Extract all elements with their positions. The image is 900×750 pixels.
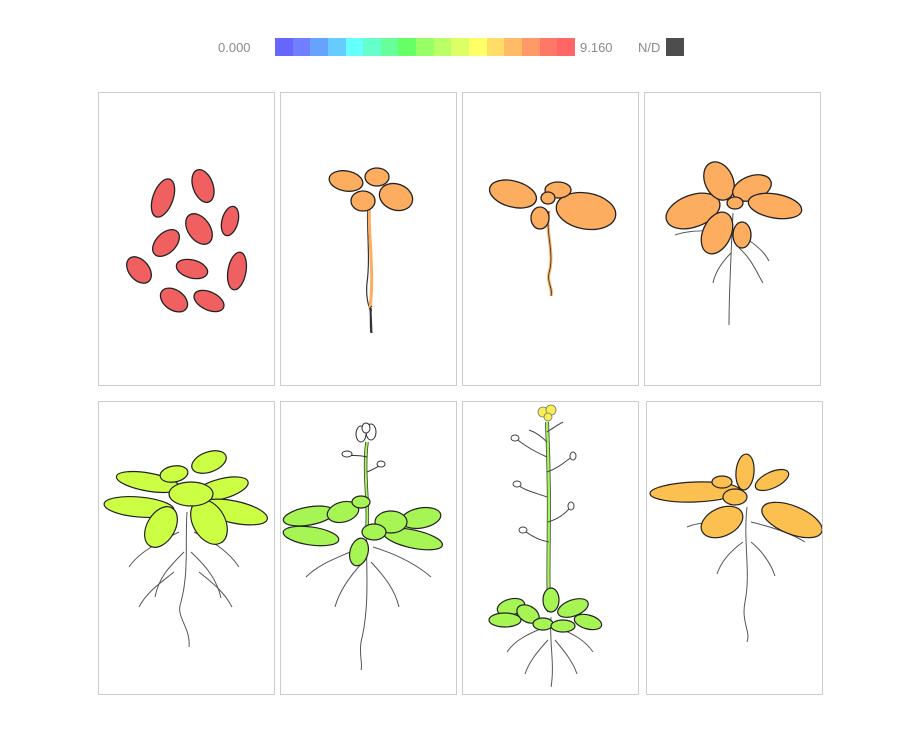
scale-segment	[433, 38, 452, 56]
scale-segment	[363, 38, 381, 56]
color-legend: 0.000 9.160 N/D	[0, 38, 900, 58]
color-scale-bar	[275, 38, 575, 56]
rosette-illustration	[103, 450, 268, 648]
legend-min-label: 0.000	[218, 40, 251, 55]
scale-segment	[521, 38, 540, 56]
scale-segment	[557, 38, 575, 56]
panel-bolting[interactable]	[280, 401, 457, 695]
scale-segment	[486, 38, 505, 56]
nd-color-swatch	[666, 38, 684, 56]
panel-seeds[interactable]	[98, 92, 275, 386]
scale-segment	[504, 38, 522, 56]
scale-segment	[416, 38, 434, 56]
legend-max-label: 9.160	[580, 40, 613, 55]
panel-rosette[interactable]	[98, 401, 275, 695]
scale-segment	[451, 38, 470, 56]
young-rosette-illustration	[665, 161, 803, 326]
cotyledon-seedling-illustration	[488, 179, 617, 297]
panel-young-rosette[interactable]	[644, 92, 821, 386]
scale-segment	[327, 38, 346, 56]
scale-segment	[310, 38, 328, 56]
panel-senescent-rosette[interactable]	[646, 401, 823, 695]
seed-group	[126, 169, 248, 313]
scale-segment	[292, 38, 311, 56]
seeds-illustration	[126, 169, 248, 313]
senescent-rosette-illustration	[649, 453, 822, 643]
panel-seedling[interactable]	[280, 92, 457, 386]
bolting-illustration	[282, 422, 444, 671]
scale-segment	[275, 38, 293, 56]
scale-segment	[380, 38, 399, 56]
scale-segment	[539, 38, 558, 56]
panel-cotyledon-seedling[interactable]	[462, 92, 639, 386]
seedling-illustration	[328, 167, 414, 334]
scale-segment	[398, 38, 417, 56]
scale-segment	[345, 38, 364, 56]
legend-nd-label: N/D	[638, 40, 661, 55]
panel-flowering[interactable]	[462, 401, 639, 695]
flowering-illustration	[488, 404, 603, 688]
scale-segment	[469, 38, 487, 56]
